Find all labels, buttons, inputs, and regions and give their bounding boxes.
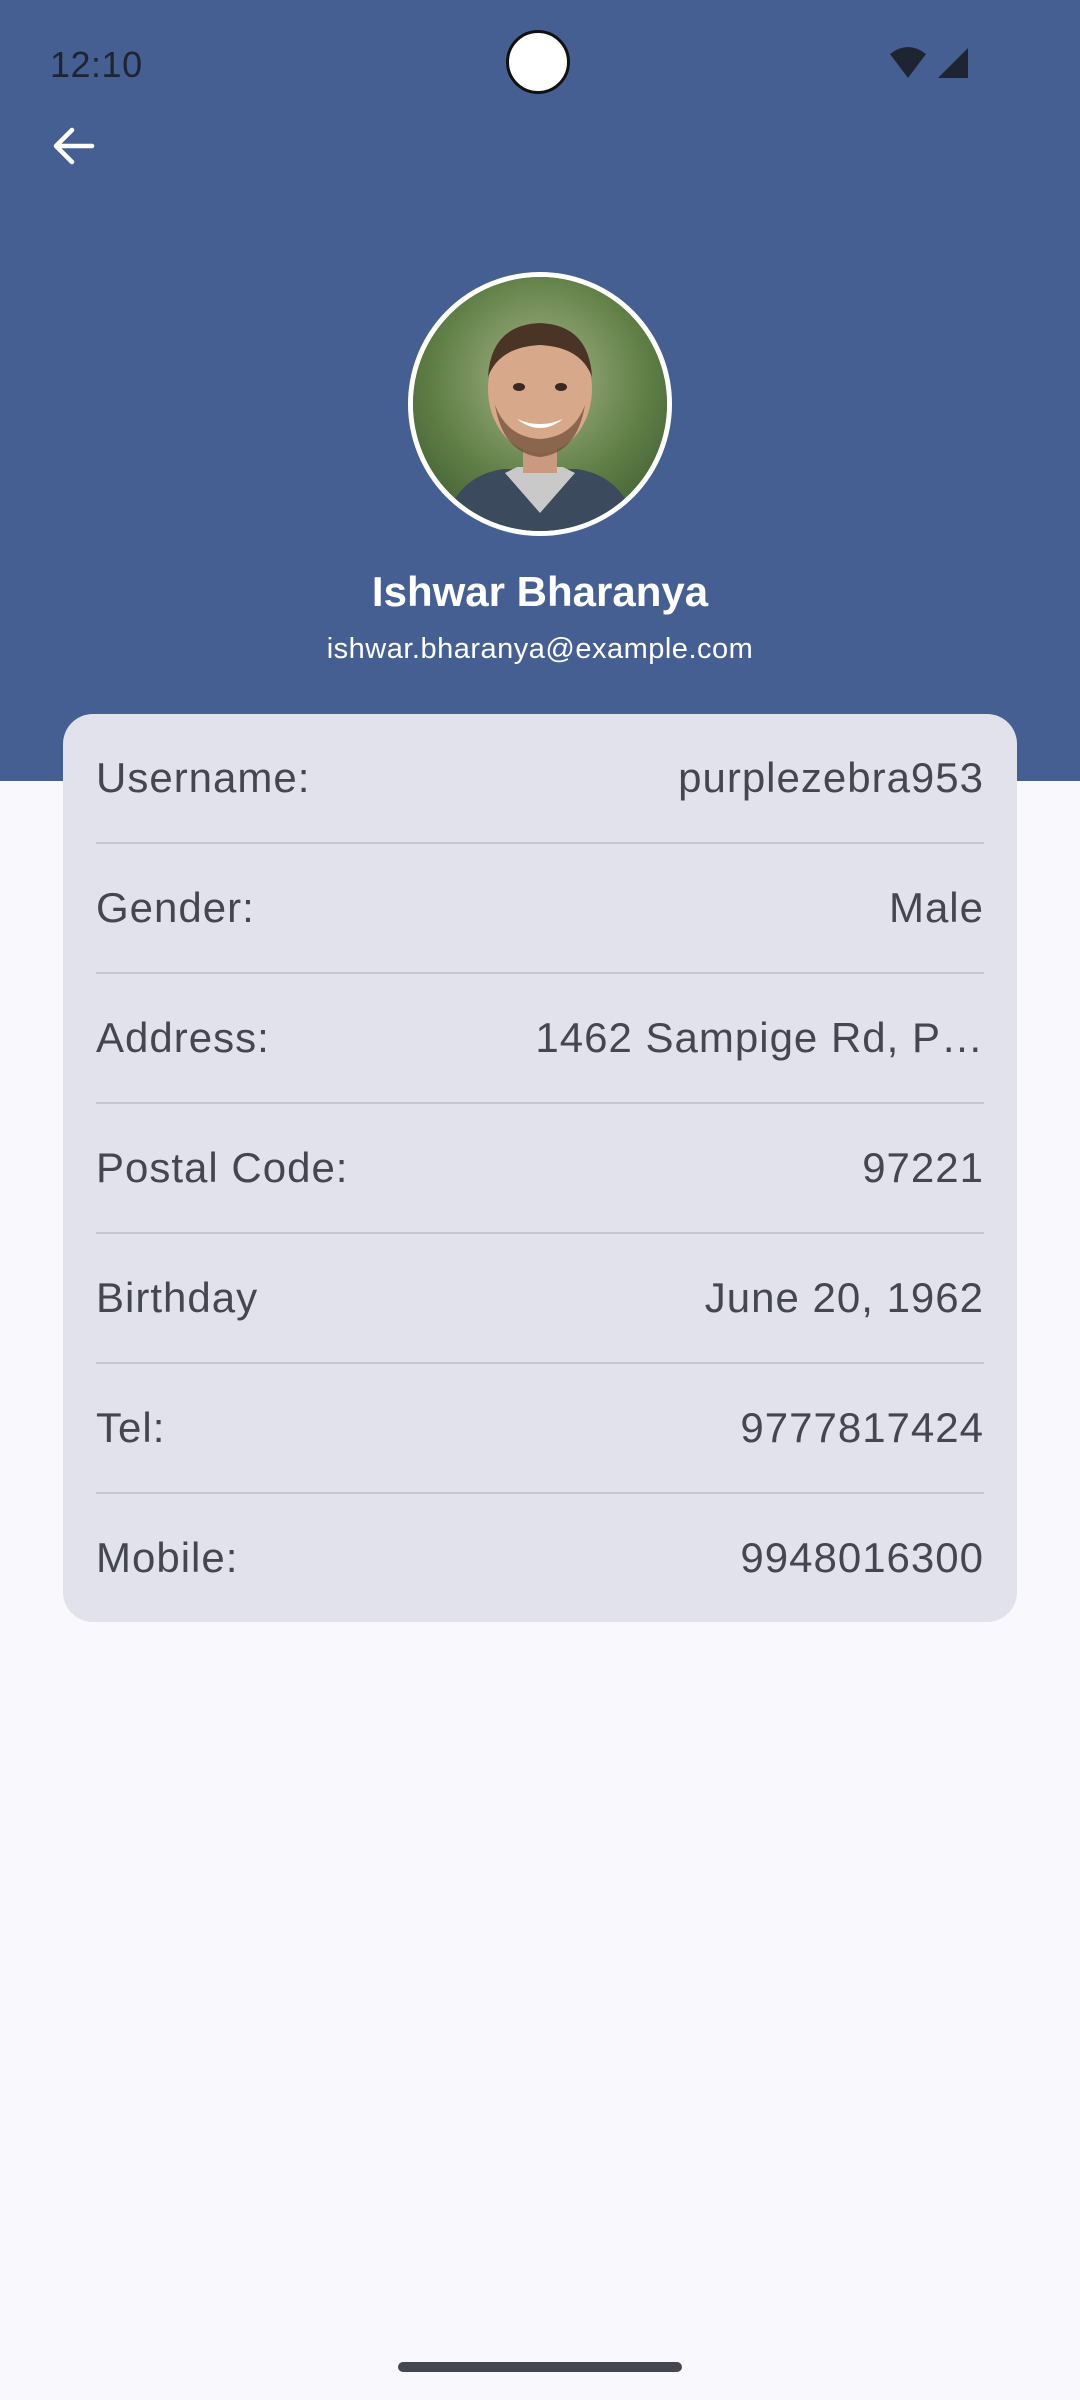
username-label: Username:: [96, 754, 311, 801]
tel-label: Tel:: [96, 1404, 166, 1451]
avatar: [408, 272, 672, 536]
info-row-username: Username: purplezebra953: [96, 714, 984, 844]
mobile-label: Mobile:: [96, 1534, 239, 1581]
username-value: purplezebra953: [678, 754, 984, 801]
signal-icon: [936, 46, 970, 85]
back-button[interactable]: [38, 112, 110, 184]
postal-code-value: 97221: [862, 1144, 984, 1191]
info-row-birthday: Birthday June 20, 1962: [96, 1234, 984, 1364]
profile-email: ishwar.bharanya@example.com: [326, 633, 754, 665]
tel-value: 9777817424: [740, 1404, 984, 1451]
gender-label: Gender:: [96, 884, 255, 931]
home-indicator[interactable]: [398, 2362, 682, 2372]
address-value: 1462 Sampige Rd, P…: [535, 1014, 984, 1061]
info-row-postal-code: Postal Code: 97221: [96, 1104, 984, 1234]
status-time: 12:10: [50, 44, 143, 85]
address-label: Address:: [96, 1014, 270, 1061]
info-row-tel: Tel: 9777817424: [96, 1364, 984, 1494]
profile-name: Ishwar Bharanya: [371, 568, 709, 615]
camera-cutout: [506, 30, 570, 94]
gender-value: Male: [888, 884, 984, 931]
info-row-gender: Gender: Male: [96, 844, 984, 974]
status-icons: [888, 46, 970, 85]
arrow-left-icon: [50, 122, 98, 175]
wifi-icon: [888, 46, 928, 85]
postal-code-label: Postal Code:: [96, 1144, 349, 1191]
info-row-address: Address: 1462 Sampige Rd, P…: [96, 974, 984, 1104]
birthday-label: Birthday: [96, 1274, 259, 1321]
mobile-value: 9948016300: [740, 1534, 984, 1581]
birthday-value: June 20, 1962: [704, 1274, 984, 1321]
status-bar: 12:10: [0, 0, 1080, 130]
info-card: Username: purplezebra953 Gender: Male Ad…: [63, 714, 1017, 1622]
info-row-mobile: Mobile: 9948016300: [96, 1494, 984, 1622]
